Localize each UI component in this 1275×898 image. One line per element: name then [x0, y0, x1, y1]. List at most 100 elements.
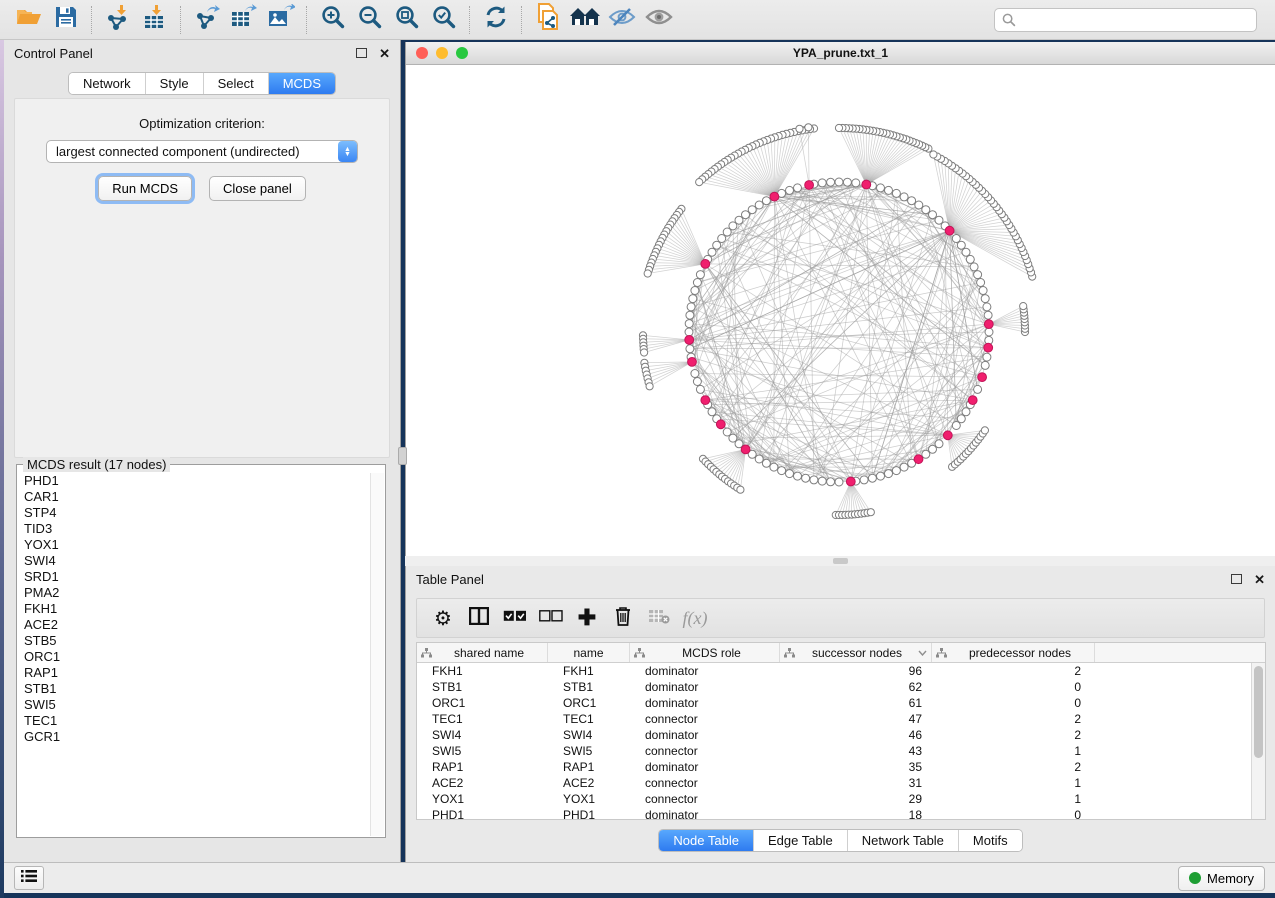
table-scrollbar[interactable] [1251, 663, 1265, 819]
floppy-disk-icon [55, 6, 77, 33]
column-header-shared-name[interactable]: shared name [417, 643, 548, 662]
mcds-result-item[interactable]: STB5 [24, 633, 369, 649]
mcds-result-item[interactable]: SWI4 [24, 553, 369, 569]
mcds-result-item[interactable]: TID3 [24, 521, 369, 537]
mcds-result-item[interactable]: SWI5 [24, 697, 369, 713]
first-neighbors-button[interactable] [566, 4, 603, 36]
table-row[interactable]: RAP1RAP1dominator352 [417, 759, 1251, 775]
tab-select[interactable]: Select [204, 73, 269, 94]
table-row[interactable]: ORC1ORC1dominator610 [417, 695, 1251, 711]
table-cell: ACE2 [417, 776, 548, 790]
minimize-window-light[interactable] [436, 47, 448, 59]
vertical-splitter-handle[interactable] [398, 447, 407, 465]
network-titlebar[interactable]: YPA_prune.txt_1 [406, 42, 1275, 65]
criterion-dropdown[interactable]: largest connected component (undirected)… [46, 140, 358, 163]
column-header-MCDS-role[interactable]: MCDS role [630, 643, 780, 662]
table-row[interactable]: TEC1TEC1connector472 [417, 711, 1251, 727]
mcds-result-item[interactable]: TEC1 [24, 713, 369, 729]
select-all-columns-button[interactable] [499, 603, 531, 633]
table-scrollbar-thumb[interactable] [1254, 666, 1263, 758]
mcds-result-item[interactable]: ACE2 [24, 617, 369, 633]
refresh-button[interactable] [477, 4, 514, 36]
memory-button[interactable]: Memory [1178, 866, 1265, 891]
open-file-button[interactable] [10, 4, 47, 36]
table-cell: 35 [780, 760, 932, 774]
float-window-icon[interactable] [356, 48, 367, 58]
create-column-button[interactable]: ✚ [571, 603, 603, 633]
table-row[interactable]: STB1STB1dominator620 [417, 679, 1251, 695]
tab-network-table[interactable]: Network Table [848, 830, 959, 851]
table-cell: TEC1 [548, 712, 630, 726]
mcds-tab-content: Optimization criterion: largest connecte… [14, 98, 390, 458]
mcds-result-item[interactable]: PHD1 [24, 473, 369, 489]
table-cell: 1 [932, 744, 1095, 758]
tab-node-table[interactable]: Node Table [659, 830, 754, 851]
import-network-button[interactable] [99, 4, 136, 36]
mcds-result-item[interactable]: RAP1 [24, 665, 369, 681]
refresh-icon [483, 4, 509, 35]
control-panel-tabs: NetworkStyleSelectMCDS [68, 72, 336, 95]
column-header-predecessor-nodes[interactable]: predecessor nodes [932, 643, 1095, 662]
close-panel-button[interactable]: Close panel [209, 176, 306, 201]
column-header-successor-nodes[interactable]: successor nodes [780, 643, 932, 662]
table-row[interactable]: ACE2ACE2connector311 [417, 775, 1251, 791]
network-canvas[interactable] [406, 65, 1275, 556]
zoom-selected-button[interactable] [425, 4, 462, 36]
mcds-list-scrollbar[interactable] [370, 473, 384, 836]
zoom-in-button[interactable] [314, 4, 351, 36]
export-image-button[interactable] [262, 4, 299, 36]
zoom-window-light[interactable] [456, 47, 468, 59]
table-cell: ORC1 [417, 696, 548, 710]
open-folder-icon [16, 6, 42, 33]
zoom-out-button[interactable] [351, 4, 388, 36]
mcds-result-item[interactable]: STP4 [24, 505, 369, 521]
horizontal-splitter-handle[interactable] [833, 558, 848, 564]
tab-edge-table[interactable]: Edge Table [754, 830, 848, 851]
run-mcds-button[interactable]: Run MCDS [98, 176, 192, 201]
table-row[interactable]: FKH1FKH1dominator962 [417, 663, 1251, 679]
mcds-result-item[interactable]: CAR1 [24, 489, 369, 505]
mcds-result-item[interactable]: YOX1 [24, 537, 369, 553]
table-row[interactable]: PHD1PHD1dominator180 [417, 807, 1251, 820]
close-panel-icon[interactable]: ✕ [1254, 573, 1265, 586]
show-columns-button[interactable] [463, 603, 495, 633]
close-window-light[interactable] [416, 47, 428, 59]
tab-motifs[interactable]: Motifs [959, 830, 1022, 851]
column-header-name[interactable]: name [548, 643, 630, 662]
tab-mcds[interactable]: MCDS [269, 73, 335, 94]
table-row[interactable]: YOX1YOX1connector291 [417, 791, 1251, 807]
deselect-all-columns-button[interactable] [535, 603, 567, 633]
mcds-result-item[interactable]: STB1 [24, 681, 369, 697]
clone-network-button[interactable] [529, 4, 566, 36]
export-image-icon [267, 4, 295, 35]
close-panel-icon[interactable]: ✕ [379, 47, 390, 60]
tab-network[interactable]: Network [69, 73, 146, 94]
zoom-fit-button[interactable] [388, 4, 425, 36]
delete-column-button[interactable] [607, 603, 639, 633]
import-table-button[interactable] [136, 4, 173, 36]
tab-style[interactable]: Style [146, 73, 204, 94]
export-table-button[interactable] [225, 4, 262, 36]
table-cell: ACE2 [548, 776, 630, 790]
show-panels-button[interactable] [14, 866, 44, 890]
show-all-button[interactable] [640, 4, 677, 36]
table-cell: 29 [780, 792, 932, 806]
search-input[interactable] [994, 8, 1257, 32]
table-cell: 0 [932, 696, 1095, 710]
table-options-button[interactable]: ⚙ [427, 603, 459, 633]
mcds-result-item[interactable]: SRD1 [24, 569, 369, 585]
mcds-result-item[interactable]: GCR1 [24, 729, 369, 745]
table-row[interactable]: SWI4SWI4dominator462 [417, 727, 1251, 743]
export-network-button[interactable] [188, 4, 225, 36]
toolbar-separator [469, 6, 470, 34]
table-row[interactable]: SWI5SWI5connector431 [417, 743, 1251, 759]
save-session-button[interactable] [47, 4, 84, 36]
hide-selected-button[interactable] [603, 4, 640, 36]
mcds-result-item[interactable]: PMA2 [24, 585, 369, 601]
float-window-icon[interactable] [1231, 574, 1242, 584]
mcds-result-list: PHD1CAR1STP4TID3YOX1SWI4SRD1PMA2FKH1ACE2… [18, 473, 369, 836]
function-icon: f(x) [683, 608, 708, 629]
mcds-result-item[interactable]: FKH1 [24, 601, 369, 617]
mcds-result-item[interactable]: ORC1 [24, 649, 369, 665]
status-bar: Memory [4, 862, 1275, 893]
